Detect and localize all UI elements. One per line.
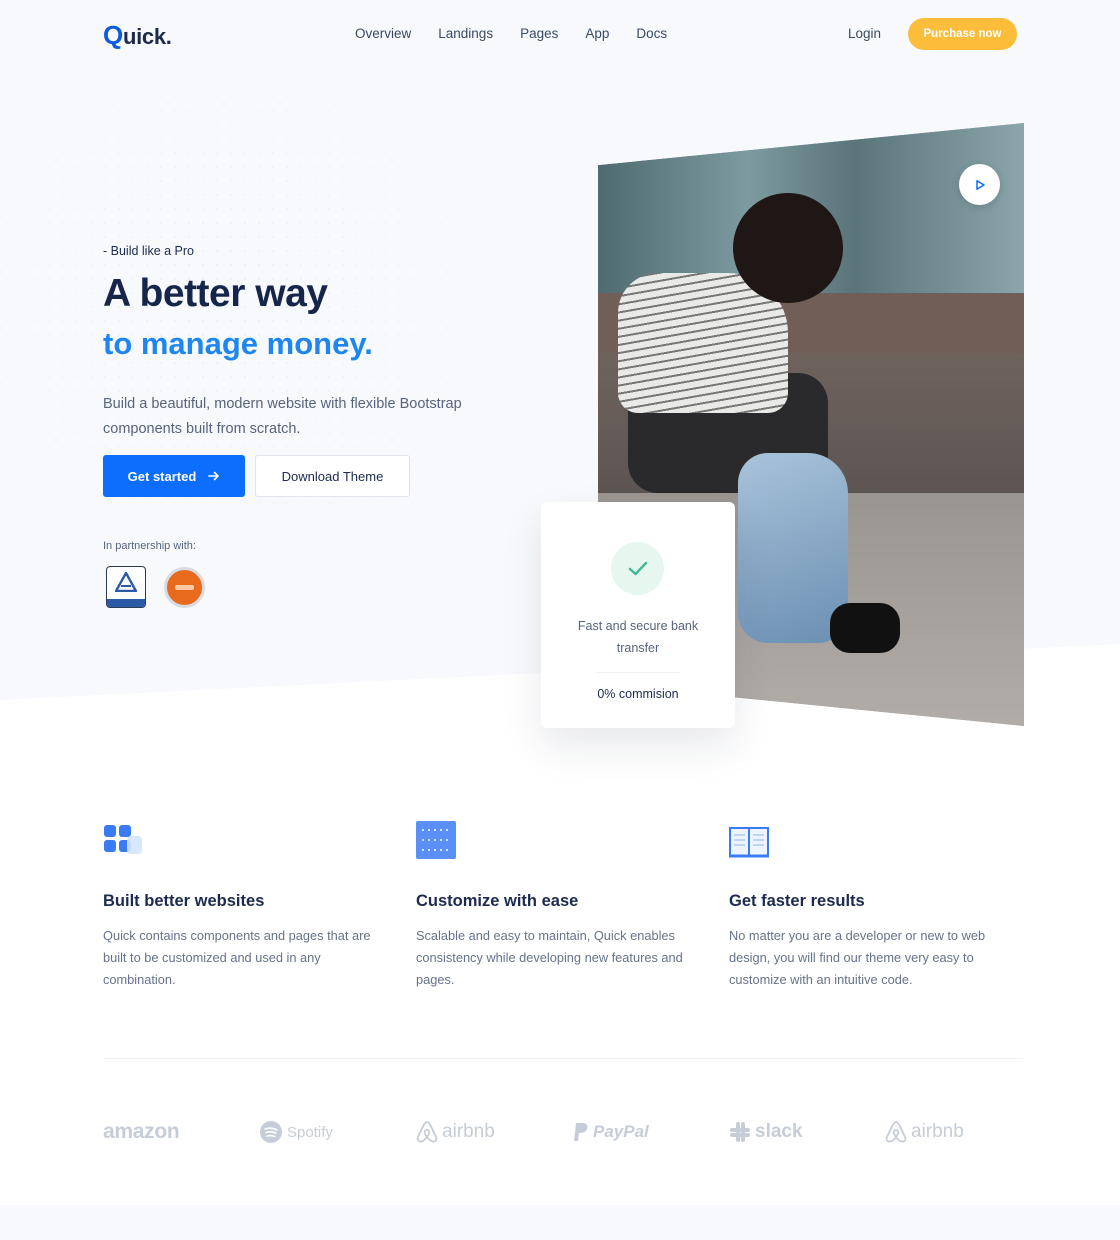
feature-icon-websites <box>103 820 393 862</box>
footer-band <box>0 1205 1120 1240</box>
card-commission: 0% commision <box>597 687 679 701</box>
arrow-right-icon <box>208 471 220 481</box>
feature-text: Scalable and easy to maintain, Quick ena… <box>416 928 683 987</box>
grid-settings-icon <box>416 821 456 859</box>
brand-paypal-text: PayPal <box>593 1122 649 1141</box>
nav-link-overview[interactable]: Overview <box>355 26 411 41</box>
feature-icon-results <box>729 820 1019 862</box>
download-theme-button[interactable]: Download Theme <box>255 455 410 497</box>
transfer-card: Fast and secure bank transfer 0% commisi… <box>541 502 735 728</box>
nav-link-landings[interactable]: Landings <box>438 26 493 41</box>
slack-icon <box>730 1122 750 1142</box>
airbnb-icon <box>416 1121 438 1143</box>
play-video-button[interactable] <box>959 164 1000 205</box>
card-divider <box>596 672 680 673</box>
nav-links: Overview Landings Pages App Docs <box>355 26 667 41</box>
login-link[interactable]: Login <box>848 26 881 41</box>
card-text: Fast and secure bank transfer <box>577 619 699 655</box>
feature-icon-customize <box>416 820 706 862</box>
paypal-icon <box>574 1123 588 1141</box>
brand-amazon-text: amazon <box>103 1120 180 1143</box>
brand-spotify-text: Spotify <box>287 1123 333 1141</box>
brand-airbnb-1: airbnb <box>416 1112 495 1152</box>
airbnb-icon <box>885 1121 907 1143</box>
logo-text: uick. <box>122 24 172 49</box>
get-started-label: Get started <box>127 468 197 484</box>
brand-logos: amazon Spotify airbnb PayPal slack airbn… <box>103 1112 983 1152</box>
feature-websites: Built better websites Quick contains com… <box>103 820 393 991</box>
feature-customize: Customize with ease Scalable and easy to… <box>416 820 706 991</box>
get-started-button[interactable]: Get started <box>103 455 245 497</box>
hero-title: A better way <box>103 272 328 315</box>
photo-person-head <box>733 193 843 303</box>
tuv-certification-badge <box>106 566 146 608</box>
hero-eyebrow: - Build like a Pro <box>103 244 195 258</box>
feature-text: No matter you are a developer or new to … <box>729 928 986 987</box>
feature-title: Customize with ease <box>416 892 579 910</box>
logo-q: Q <box>103 20 123 50</box>
brand-slack-text: slack <box>755 1121 803 1142</box>
brand-amazon: amazon <box>103 1112 180 1152</box>
hero-lead: Build a beautiful, modern website with f… <box>103 396 462 437</box>
brand-spotify: Spotify <box>259 1112 333 1152</box>
brand-slack: slack <box>729 1112 803 1152</box>
book-icon <box>729 827 769 858</box>
feature-title: Built better websites <box>103 892 265 910</box>
brand-paypal: PayPal <box>573 1112 649 1152</box>
logo[interactable]: Quick. <box>103 20 172 51</box>
partnership-label: In partnership with: <box>103 540 196 552</box>
feature-title: Get faster results <box>729 892 865 910</box>
section-divider <box>103 1058 1023 1059</box>
spotify-icon <box>260 1121 282 1143</box>
photo-shoe <box>830 603 900 653</box>
check-icon <box>628 561 647 575</box>
hero-title-highlight: to manage money. <box>103 326 373 361</box>
check-badge <box>611 542 664 595</box>
badge-stripe <box>107 599 145 607</box>
feature-results: Get faster results No matter you are a d… <box>729 820 1019 991</box>
nav-link-pages[interactable]: Pages <box>520 26 558 41</box>
round-seal-badge <box>164 567 205 608</box>
blocks-icon <box>104 825 142 854</box>
triangle-logo-icon <box>115 572 137 592</box>
brand-airbnb-text: airbnb <box>442 1121 495 1142</box>
brand-airbnb-text: airbnb <box>911 1121 964 1142</box>
brand-airbnb-2: airbnb <box>885 1112 964 1152</box>
nav-link-docs[interactable]: Docs <box>636 26 667 41</box>
nav-link-app[interactable]: App <box>585 26 609 41</box>
play-icon <box>975 179 985 190</box>
feature-text: Quick contains components and pages that… <box>103 928 371 987</box>
purchase-button[interactable]: Purchase now <box>908 18 1017 50</box>
navbar: Quick. Overview Landings Pages App Docs … <box>0 0 1120 70</box>
